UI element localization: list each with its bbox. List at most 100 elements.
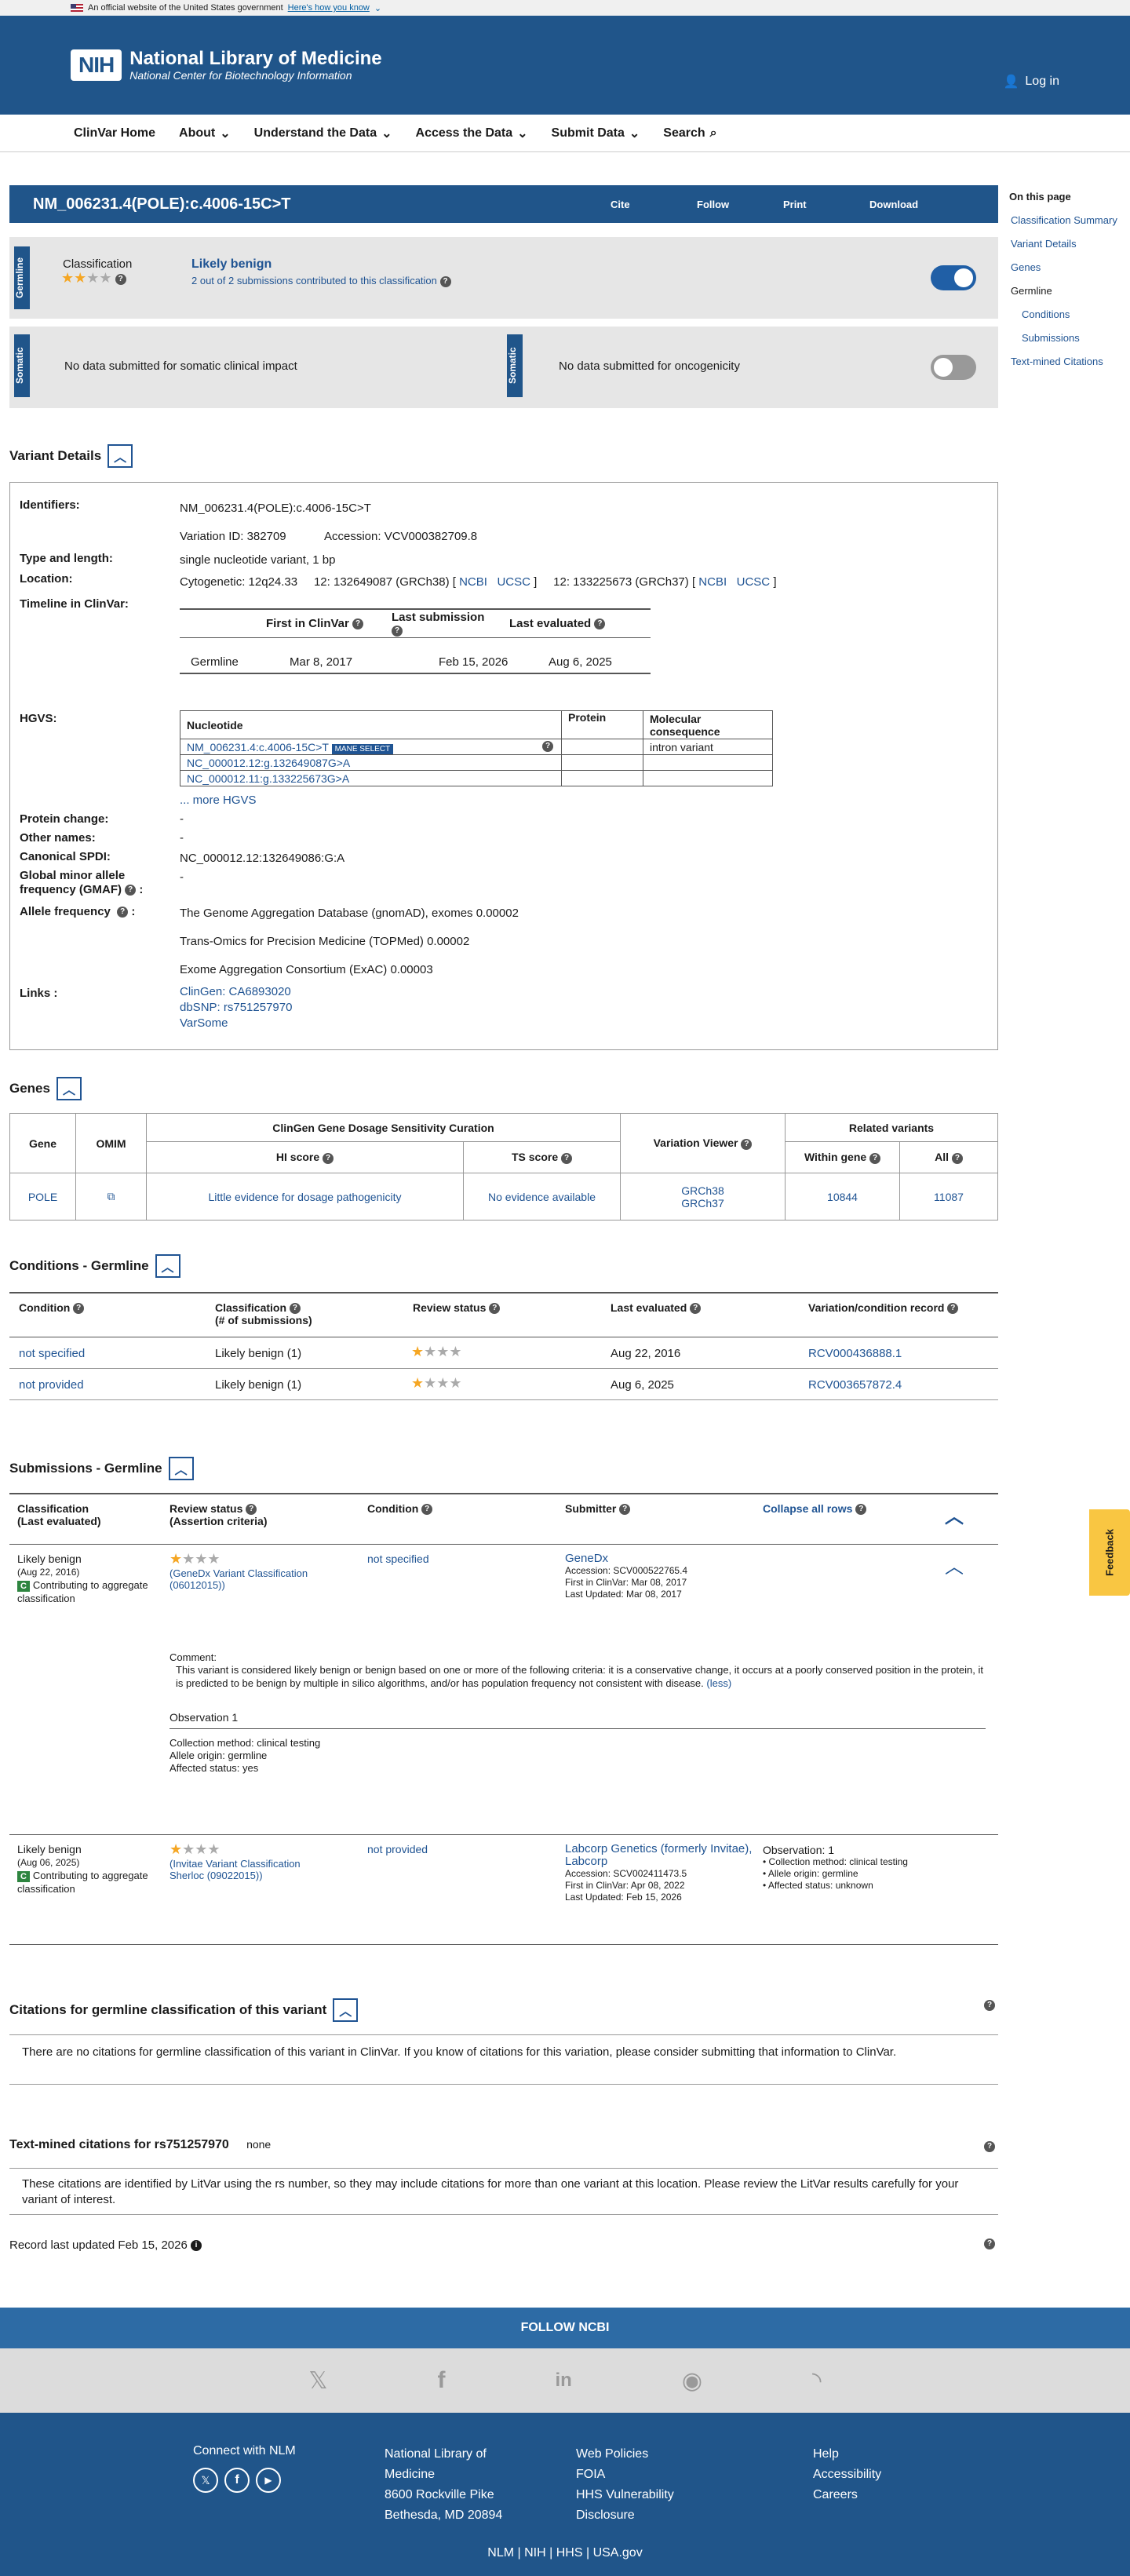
help-icon[interactable]: ? [289, 1303, 301, 1315]
hi-score-link[interactable]: Little evidence for dosage pathogenicity [209, 1191, 402, 1203]
sidebar-item-genes[interactable]: Genes [1009, 256, 1117, 279]
ucsc-link-38[interactable]: UCSC [497, 575, 530, 589]
help-icon[interactable]: ? [73, 1303, 85, 1315]
info-icon[interactable]: i [191, 2240, 202, 2252]
facebook-icon[interactable]: f [224, 2468, 250, 2493]
help-icon[interactable]: ? [246, 1504, 257, 1516]
nih-link[interactable]: NIH [524, 2546, 546, 2560]
help-icon[interactable]: ? [352, 618, 364, 630]
help-icon[interactable]: ? [421, 1504, 433, 1516]
cite-button[interactable]: Cite [611, 199, 697, 210]
youtube-icon[interactable]: ▶ [256, 2468, 281, 2493]
nav-submit[interactable]: Submit Data ⌄ [552, 126, 640, 141]
chevron-up-icon[interactable]: ︿ [945, 1501, 964, 1528]
rcv-link[interactable]: RCV003657872.4 [808, 1378, 902, 1392]
varsome-link[interactable]: VarSome [180, 1016, 228, 1030]
condition-link[interactable]: not specified [367, 1553, 429, 1565]
rcv-link[interactable]: RCV000436888.1 [808, 1347, 902, 1360]
sidebar-item-text-mined[interactable]: Text-mined Citations [1009, 350, 1117, 374]
more-hgvs-link[interactable]: ... more HGVS [180, 794, 257, 807]
germline-toggle[interactable] [931, 265, 976, 290]
external-link-icon[interactable]: ⧉ [108, 1190, 115, 1202]
ts-score-link[interactable]: No evidence available [488, 1191, 596, 1203]
assertion-criteria-link[interactable]: (Invitae Variant Classification Sherloc … [170, 1858, 301, 1881]
help-icon[interactable]: ? [489, 1303, 501, 1315]
nav-understand[interactable]: Understand the Data ⌄ [254, 126, 392, 141]
sidebar-item-submissions[interactable]: Submissions [1009, 327, 1117, 350]
how-you-know-link[interactable]: Here's how you know [288, 3, 370, 13]
help-icon[interactable]: ? [947, 1303, 959, 1315]
grch38-viewer-link[interactable]: GRCh38 [681, 1184, 724, 1197]
nav-search[interactable]: Search ⌕ [663, 126, 716, 140]
ncbi-link-38[interactable]: NCBI [459, 575, 487, 589]
nav-about[interactable]: About ⌄ [179, 126, 231, 141]
login-button[interactable]: 👤 Log in [1003, 74, 1059, 89]
rss-icon[interactable]: ◝ [812, 2367, 822, 2395]
hhs-vulnerability-link[interactable]: HHS Vulnerability [576, 2485, 674, 2505]
help-link[interactable]: Help [813, 2444, 881, 2465]
less-link[interactable]: (less) [706, 1677, 731, 1689]
accessibility-link[interactable]: Accessibility [813, 2465, 881, 2485]
assertion-criteria-link[interactable]: (GeneDx Variant Classification (06012015… [170, 1567, 308, 1591]
help-icon[interactable]: ? [115, 274, 126, 286]
print-button[interactable]: Print [783, 199, 869, 210]
help-icon[interactable]: ? [951, 1152, 963, 1164]
help-icon[interactable]: ? [869, 1152, 881, 1164]
follow-button[interactable]: Follow [697, 199, 783, 210]
somatic-toggle[interactable] [931, 355, 976, 380]
nih-logo[interactable]: NIH [71, 49, 122, 81]
download-button[interactable]: Download [869, 199, 956, 210]
sidebar-item-classification[interactable]: Classification Summary [1009, 209, 1117, 232]
usa-gov-link[interactable]: USA.gov [593, 2546, 643, 2560]
help-icon[interactable]: ? [741, 1138, 753, 1150]
dbsnp-link[interactable]: dbSNP: rs751257970 [180, 1001, 292, 1014]
help-icon[interactable]: ? [125, 885, 137, 896]
hhs-link[interactable]: HHS [556, 2546, 583, 2560]
hgvs-link[interactable]: NC_000012.11:g.133225673G>A [187, 772, 349, 785]
ncbi-link-37[interactable]: NCBI [698, 575, 727, 589]
collapse-citations-button[interactable]: ︿ [333, 1998, 359, 2022]
submitter-link[interactable]: GeneDx [565, 1552, 608, 1565]
hgvs-link[interactable]: NM_006231.4:c.4006-15C>T [187, 741, 329, 753]
help-icon[interactable]: ? [984, 2141, 995, 2152]
classification-value[interactable]: Likely benign [191, 257, 272, 272]
gene-link[interactable]: POLE [28, 1191, 57, 1203]
help-icon[interactable]: ? [690, 1303, 702, 1315]
help-icon[interactable]: ? [392, 625, 403, 637]
x-icon[interactable]: 𝕏 [193, 2468, 218, 2493]
collapse-conditions-button[interactable]: ︿ [155, 1254, 180, 1278]
web-policies-link[interactable]: Web Policies [576, 2444, 674, 2465]
sidebar-item-conditions[interactable]: Conditions [1009, 303, 1117, 327]
condition-link[interactable]: not provided [19, 1378, 84, 1392]
help-icon[interactable]: ? [323, 1152, 334, 1164]
x-icon[interactable]: 𝕏 [308, 2367, 327, 2395]
within-gene-link[interactable]: 10844 [827, 1191, 858, 1203]
collapse-details-button[interactable]: ︿ [108, 444, 133, 468]
help-icon[interactable]: ? [855, 1504, 867, 1516]
nlm-link[interactable]: NLM [487, 2546, 514, 2560]
help-icon[interactable]: ? [439, 275, 451, 287]
collapse-all-rows-button[interactable]: Collapse all rows ? [763, 1502, 867, 1516]
help-icon[interactable]: ? [542, 740, 553, 752]
foia-link[interactable]: FOIA [576, 2465, 674, 2485]
sidebar-item-variant-details[interactable]: Variant Details [1009, 232, 1117, 256]
submitter-link[interactable]: Labcorp Genetics (formerly Invitae), Lab… [565, 1842, 752, 1868]
github-icon[interactable]: ◉ [682, 2367, 702, 2395]
ucsc-link-37[interactable]: UCSC [737, 575, 771, 589]
careers-link[interactable]: Careers [813, 2485, 881, 2505]
disclosure-link[interactable]: Disclosure [576, 2505, 674, 2526]
help-icon[interactable]: ? [984, 2238, 995, 2249]
condition-link[interactable]: not specified [19, 1347, 85, 1360]
linkedin-icon[interactable]: in [556, 2370, 572, 2392]
collapse-genes-button[interactable]: ︿ [56, 1077, 82, 1100]
help-icon[interactable]: ? [984, 2000, 995, 2011]
chevron-up-icon[interactable]: ︿ [945, 1551, 964, 1578]
nav-access[interactable]: Access the Data ⌄ [416, 126, 528, 141]
condition-link[interactable]: not provided [367, 1843, 428, 1855]
help-icon[interactable]: ? [117, 907, 129, 918]
all-variants-link[interactable]: 11087 [934, 1191, 964, 1203]
grch37-viewer-link[interactable]: GRCh37 [681, 1197, 724, 1210]
feedback-button[interactable]: Feedback [1089, 1509, 1130, 1596]
hgvs-link[interactable]: NC_000012.12:g.132649087G>A [187, 757, 350, 769]
clingen-link[interactable]: ClinGen: CA6893020 [180, 985, 291, 998]
